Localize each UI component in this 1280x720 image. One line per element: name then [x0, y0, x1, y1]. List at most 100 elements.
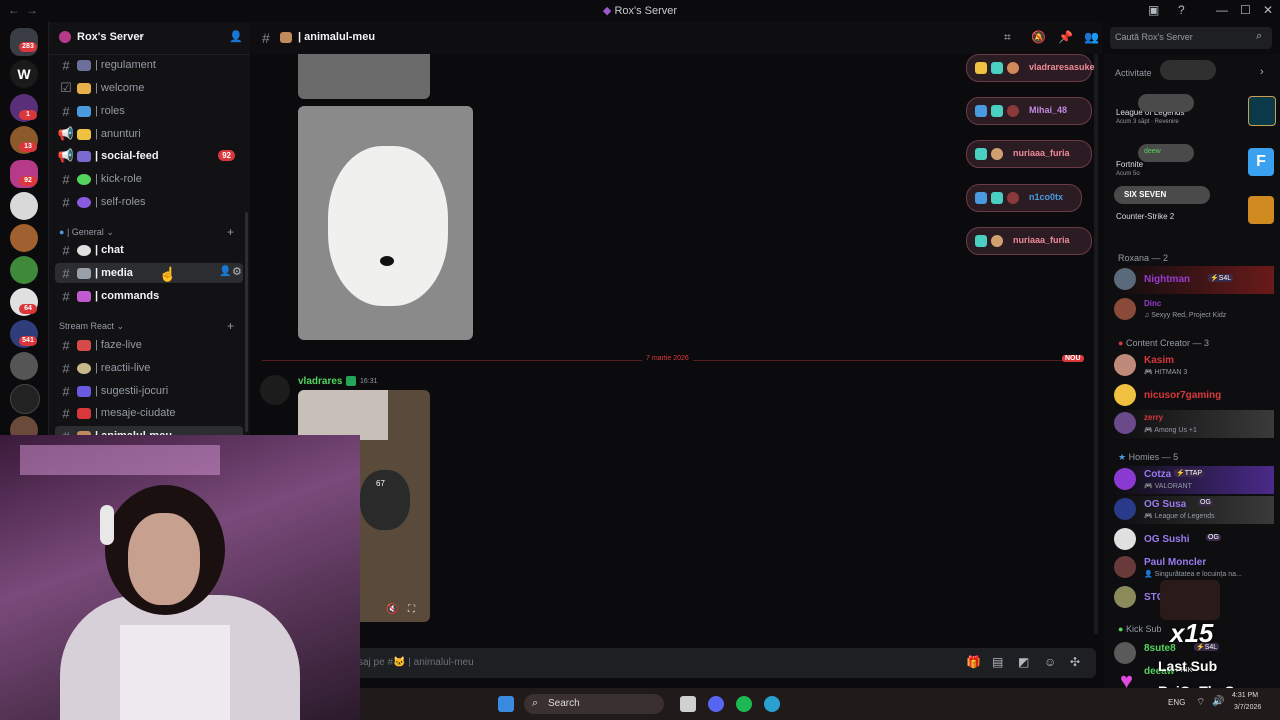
wifi-icon[interactable]: ⌔	[1196, 696, 1205, 709]
pin-icon[interactable]: 📌	[1058, 30, 1073, 44]
add-member-icon[interactable]: 👤	[229, 30, 243, 43]
activity-card[interactable]: SIX SEVEN Counter-Strike 2	[1114, 186, 1274, 226]
streamer-cam-small	[1160, 580, 1220, 620]
server-header[interactable]: Rox's Server ⌄ 👤	[49, 22, 251, 55]
channel-label: | regulament	[95, 59, 156, 71]
member-row[interactable]: Dinc ♫ Sexyy Red, Project Kidz	[1114, 296, 1274, 324]
member-name: Cotza	[1144, 469, 1172, 480]
channel-item-media[interactable]: # | media 👤 ⚙	[55, 263, 243, 283]
crown-icon	[975, 62, 987, 74]
channel-item[interactable]: # | sugestii-jocuri	[55, 381, 243, 401]
dog-photo[interactable]	[298, 106, 473, 340]
member-category: ● Content Creator — 3	[1118, 338, 1209, 348]
discord-icon[interactable]	[708, 696, 724, 712]
sticker-icon[interactable]: ◩	[1018, 655, 1029, 669]
notifications-muted-icon[interactable]: 🔕	[1031, 30, 1046, 44]
volume-icon[interactable]: 🔊	[1212, 696, 1224, 707]
mute-icon[interactable]: 🔇	[386, 604, 398, 615]
language-indicator[interactable]: ENG	[1168, 698, 1185, 707]
message-author[interactable]: vladrares	[298, 376, 342, 387]
emoji-icon	[77, 267, 91, 279]
channel-item[interactable]: # | faze-live	[55, 335, 243, 355]
member-row[interactable]: OG Susa OG 🎮 League of Legends	[1114, 496, 1274, 524]
channel-item[interactable]: # | reactii-live	[55, 358, 243, 378]
threads-icon[interactable]: ⌗	[1004, 30, 1011, 45]
member-name: zerry	[1144, 413, 1164, 422]
member-status: ♫ Sexyy Red, Project Kidz	[1144, 312, 1227, 319]
voice-user-pill: Mihai_48	[966, 97, 1092, 125]
member-tag: ⚡S4L	[1208, 274, 1234, 282]
message-input-placeholder: saj pe #🐱 | animalul-meu	[358, 657, 474, 668]
server-icon[interactable]	[10, 352, 38, 380]
server-icon[interactable]	[10, 192, 38, 220]
add-channel-icon[interactable]: +	[227, 225, 234, 239]
channel-item[interactable]: # | chat	[55, 240, 243, 260]
taskbar: ⌕ Search ENG ⌔ 🔊 4:31 PM 3/7/2026	[360, 688, 1280, 720]
edge-icon[interactable]	[764, 696, 780, 712]
server-badge: 541	[19, 336, 37, 346]
category-stream-react[interactable]: Stream React ⌄	[59, 321, 124, 332]
avatar	[1114, 468, 1136, 490]
spotify-icon[interactable]	[736, 696, 752, 712]
channel-header: # | animalul-meu ⌗ 🔕 📌 👥	[250, 22, 1102, 55]
search-input[interactable]: Caută Rox's Server ⌕	[1110, 27, 1272, 49]
channel-item[interactable]: 📢 | anunturi	[55, 124, 243, 144]
channel-item[interactable]: # | mesaje-ciudate	[55, 403, 243, 423]
windows-start-icon[interactable]	[498, 696, 514, 712]
minimize-icon[interactable]: —	[1216, 3, 1228, 17]
member-row[interactable]: Paul Moncler 👤 Singurătatea e locuința n…	[1114, 554, 1274, 582]
voice-username: n1co0tx	[1029, 192, 1064, 202]
category-general[interactable]: ● | General ⌄	[59, 227, 114, 238]
emoji-icon	[77, 105, 91, 117]
channel-item[interactable]: # | self-roles	[55, 192, 243, 212]
channel-item[interactable]: ☑ | welcome	[55, 78, 243, 98]
server-w-icon[interactable]: W	[10, 60, 38, 88]
message-input[interactable]: saj pe #🐱 | animalul-meu 🎁 ▤ ◩ ☺ ✣	[250, 648, 1096, 678]
channel-item[interactable]: # | commands	[55, 286, 243, 306]
channel-item[interactable]: 📢 | social-feed 92	[55, 146, 243, 166]
sidebar-scrollbar[interactable]	[245, 212, 248, 432]
channel-label: | faze-live	[95, 339, 142, 351]
member-row[interactable]: Nightman ⚡S4L	[1114, 266, 1274, 294]
emoji-icon[interactable]: ☺	[1044, 655, 1056, 669]
counter-strike-icon	[1248, 196, 1274, 224]
help-icon[interactable]: ?	[1178, 3, 1185, 17]
clock-time: 4:31 PM	[1232, 692, 1259, 699]
server-icon[interactable]	[10, 224, 38, 252]
activity-card[interactable]: League of Legends Acum 3 săpt · Revenire	[1114, 92, 1276, 128]
server-icon[interactable]	[10, 384, 40, 414]
chevron-right-icon[interactable]: ›	[1260, 66, 1264, 78]
taskbar-search[interactable]: ⌕ Search	[524, 694, 664, 714]
hash-icon: #	[62, 242, 70, 258]
channel-item[interactable]: # | kick-role	[55, 169, 243, 189]
member-row[interactable]: zerry 🎮 Among Us +1	[1114, 410, 1274, 438]
close-icon[interactable]: ✕	[1263, 3, 1273, 17]
member-row[interactable]: Cotza ⚡TTAP 🎮 VALORANT	[1114, 466, 1274, 494]
invite-icon[interactable]: 👤	[219, 266, 231, 277]
channel-label: | sugestii-jocuri	[95, 385, 169, 397]
fullscreen-icon[interactable]: ⛶	[408, 604, 415, 615]
avatar[interactable]	[260, 375, 290, 405]
gift-icon[interactable]: 🎁	[966, 655, 981, 669]
add-channel-icon[interactable]: +	[227, 319, 234, 333]
inbox-icon[interactable]: ▣	[1148, 3, 1159, 17]
channel-item[interactable]: # | roles	[55, 101, 243, 121]
avatar	[1007, 105, 1019, 117]
activity-card[interactable]: deew Fortnite Acum 5o F	[1114, 144, 1274, 180]
gif-icon[interactable]: ▤	[992, 655, 1003, 669]
channel-item[interactable]: # | regulament	[55, 55, 243, 75]
glitter-image[interactable]	[298, 54, 430, 99]
member-row[interactable]: nicusor7gaming	[1114, 382, 1274, 410]
badge-icon	[975, 235, 987, 247]
maximize-icon[interactable]: ☐	[1240, 3, 1251, 17]
member-row[interactable]: OG Sushi OG	[1114, 526, 1274, 554]
messages-scrollbar[interactable]	[1094, 54, 1098, 634]
face-shape	[128, 513, 200, 605]
member-list-icon[interactable]: 👥	[1084, 30, 1099, 44]
background-lights	[20, 445, 220, 475]
task-view-icon[interactable]	[680, 696, 696, 712]
apps-icon[interactable]: ✣	[1070, 655, 1080, 669]
member-row[interactable]: Kasim 🎮 HITMAN 3	[1114, 352, 1274, 380]
server-icon[interactable]	[10, 256, 38, 284]
gear-icon[interactable]: ⚙	[232, 265, 242, 278]
